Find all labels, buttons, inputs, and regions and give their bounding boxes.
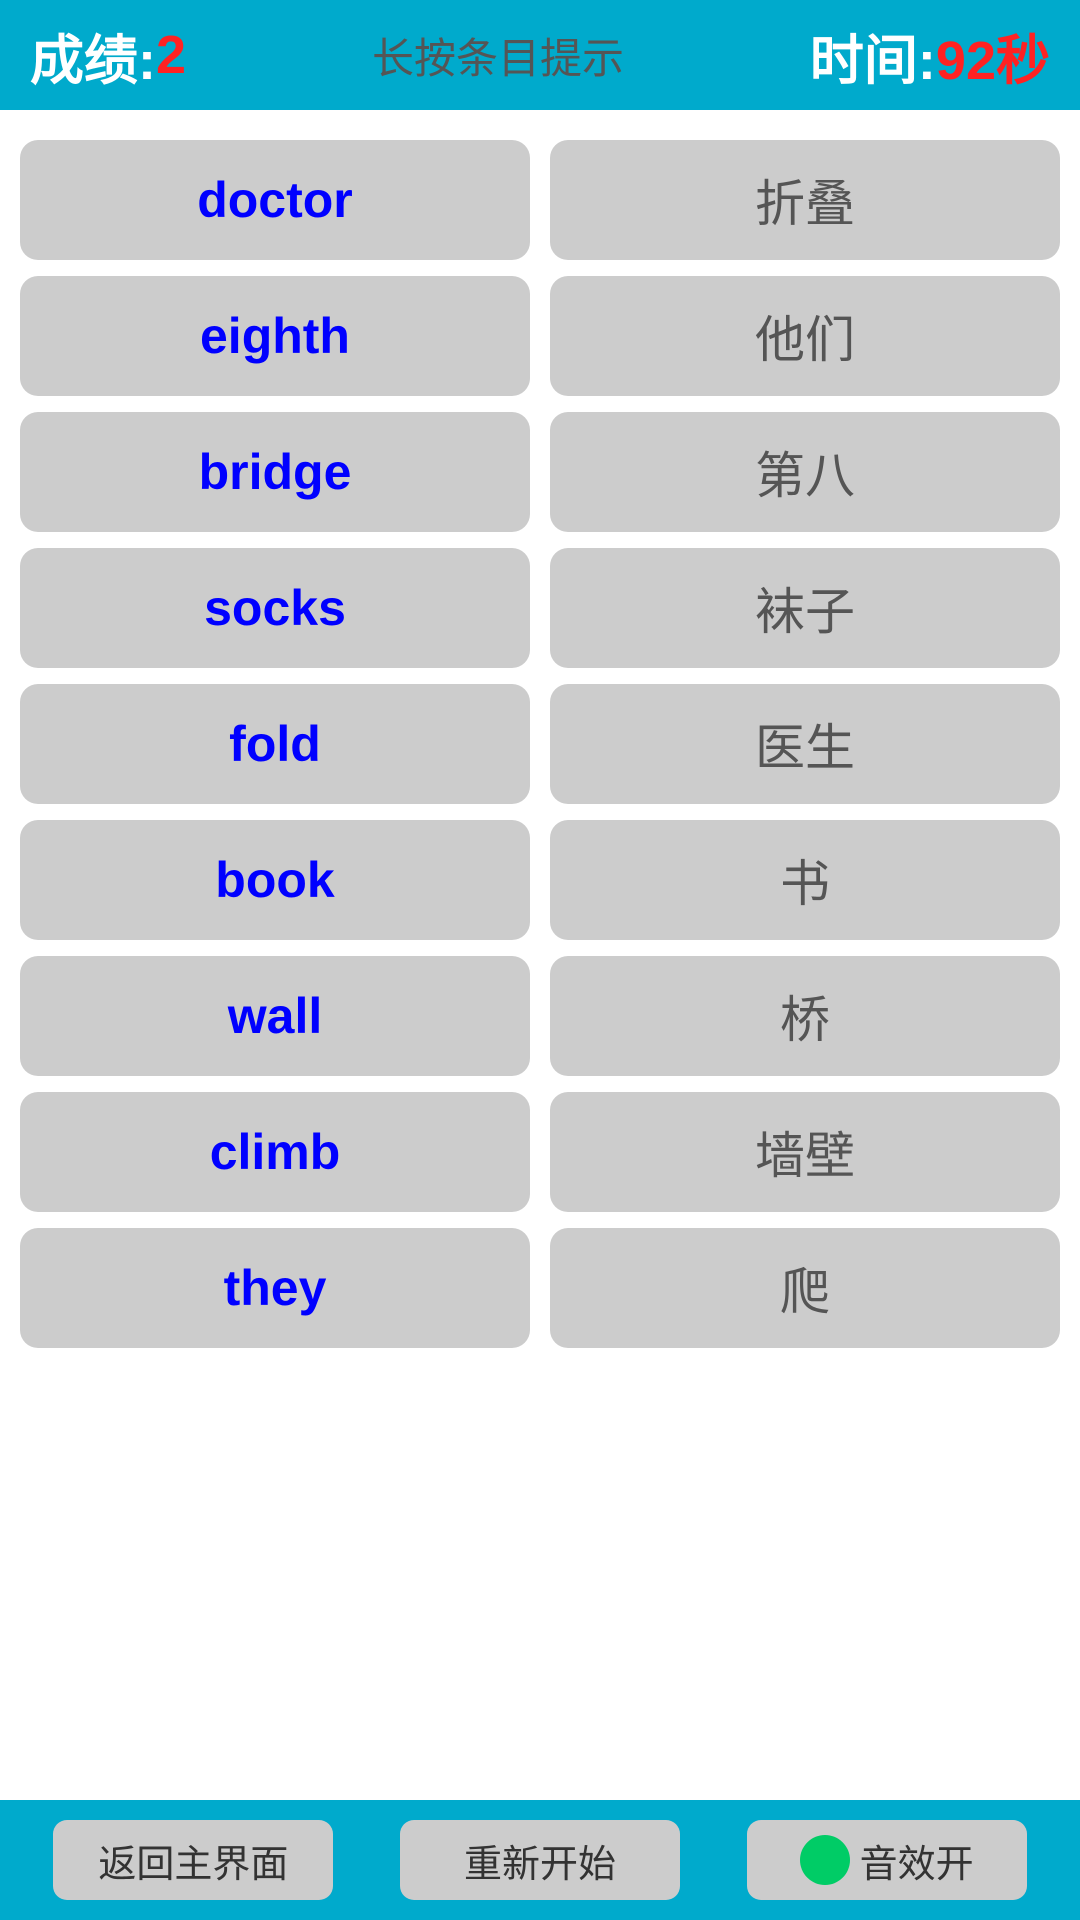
sound-toggle-button[interactable]: 音效开 bbox=[747, 1820, 1027, 1900]
chinese-word-button[interactable]: 医生 bbox=[550, 684, 1060, 804]
word-columns: doctor eighth bridge socks fold book wall climb… bbox=[20, 140, 1060, 1780]
restart-button[interactable]: 重新开始 bbox=[400, 1820, 680, 1900]
english-word-button[interactable]: fold bbox=[20, 684, 530, 804]
score-value: 2 bbox=[156, 24, 186, 86]
english-column: doctor eighth bridge socks fold book wall climb… bbox=[20, 140, 530, 1780]
time-section: 时间: 92秒 bbox=[810, 16, 1050, 95]
chinese-column: 折叠他们第八袜子医生书桥墙壁爬 bbox=[550, 140, 1060, 1780]
chinese-word-button[interactable]: 第八 bbox=[550, 412, 1060, 532]
chinese-word-button[interactable]: 桥 bbox=[550, 956, 1060, 1076]
chinese-word-button[interactable]: 书 bbox=[550, 820, 1060, 940]
time-value: 92秒 bbox=[936, 16, 1050, 95]
chinese-word-button[interactable]: 折叠 bbox=[550, 140, 1060, 260]
score-label: 成绩: bbox=[30, 16, 156, 95]
chinese-word-button[interactable]: 他们 bbox=[550, 276, 1060, 396]
main-content: doctor eighth bridge socks fold book wall climb… bbox=[0, 110, 1080, 1800]
english-word-button[interactable]: eighth bbox=[20, 276, 530, 396]
time-label: 时间: bbox=[810, 16, 936, 95]
english-word-button[interactable]: socks bbox=[20, 548, 530, 668]
toggle-indicator bbox=[800, 1835, 850, 1885]
chinese-word-button[interactable]: 袜子 bbox=[550, 548, 1060, 668]
footer: 返回主界面 重新开始 音效开 bbox=[0, 1800, 1080, 1920]
score-section: 成绩: 2 bbox=[30, 16, 186, 95]
back-button[interactable]: 返回主界面 bbox=[53, 1820, 333, 1900]
hint-label: 长按条目提示 bbox=[372, 25, 624, 86]
english-word-button[interactable]: they bbox=[20, 1228, 530, 1348]
english-word-button[interactable]: doctor bbox=[20, 140, 530, 260]
english-word-button[interactable]: bridge bbox=[20, 412, 530, 532]
english-word-button[interactable]: climb bbox=[20, 1092, 530, 1212]
english-word-button[interactable]: book bbox=[20, 820, 530, 940]
header: 成绩: 2 长按条目提示 时间: 92秒 bbox=[0, 0, 1080, 110]
chinese-word-button[interactable]: 墙壁 bbox=[550, 1092, 1060, 1212]
chinese-word-button[interactable]: 爬 bbox=[550, 1228, 1060, 1348]
english-word-button[interactable]: wall bbox=[20, 956, 530, 1076]
sound-label: 音效开 bbox=[860, 1833, 974, 1888]
